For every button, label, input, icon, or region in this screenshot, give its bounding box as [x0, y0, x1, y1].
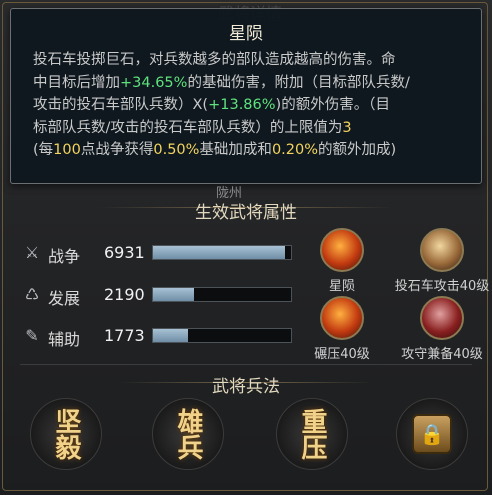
tooltip-title: 星陨: [229, 24, 263, 44]
tooltip-description: 投石车投掷巨石，对兵数越多的部队造成越高的伤害。命 中目标后增加+34.65%的…: [33, 49, 465, 162]
method-jianyi[interactable]: 坚毅: [30, 398, 102, 470]
method-xiongbing[interactable]: 雄兵: [152, 398, 224, 470]
method-label: 重压: [297, 408, 327, 460]
crush-icon: [320, 296, 364, 340]
stat-bar: [152, 328, 292, 343]
method-zhongya[interactable]: 重压: [276, 398, 348, 470]
development-icon: ♺: [24, 285, 40, 304]
lock-icon: 🔒: [412, 414, 452, 454]
skill-tooltip: 星陨 投石车投掷巨石，对兵数越多的部队造成越高的伤害。命 中目标后增加+34.6…: [10, 8, 482, 184]
skill-label: 星陨: [328, 279, 355, 294]
stat-bar-fill: [153, 288, 195, 301]
method-locked[interactable]: 🔒: [396, 398, 468, 470]
stat-label: 发展: [48, 289, 81, 308]
skill-meteor[interactable]: 星陨: [294, 228, 390, 294]
skill-crush[interactable]: 碾压40级: [294, 296, 390, 362]
tooltip-line: 中目标后增加+34.65%的基础伤害，附加（目标部队兵数/: [33, 74, 410, 91]
methods-title: 武将兵法: [212, 377, 280, 397]
stat-bar: [152, 245, 292, 260]
skill-label: 碾压40级: [314, 347, 370, 362]
skill-catapult-attack[interactable]: 投石车攻击40级: [394, 228, 490, 294]
stat-development: ♺ 发展 2190: [22, 283, 302, 308]
stat-value: 2190: [104, 285, 145, 304]
stat-label: 战争: [48, 247, 81, 266]
catapult-attack-icon: [420, 228, 464, 272]
tooltip-line: 投石车投掷巨石，对兵数越多的部队造成越高的伤害。命: [33, 52, 396, 68]
method-label: 坚毅: [51, 408, 81, 460]
attributes-title: 生效武将属性: [195, 203, 297, 223]
stat-war: ⚔ 战争 6931: [22, 241, 302, 266]
crossed-swords-icon: ⚔: [24, 243, 40, 262]
fortress-icon: [420, 296, 464, 340]
support-icon: ✎: [25, 326, 39, 345]
stat-value: 1773: [104, 326, 145, 345]
stat-support: ✎ 辅助 1773: [22, 324, 302, 349]
section-divider: [20, 364, 472, 365]
tooltip-line: 标部队兵数/攻击的投石车部队兵数）的上限值为3: [33, 119, 352, 136]
tooltip-line: 攻击的投石车部队兵数）X(+13.86%)的额外伤害。（目: [33, 97, 390, 113]
skill-fortress[interactable]: 攻守兼备40级: [394, 296, 490, 362]
tooltip-line: (每100点战争获得0.50%基础加成和0.20%的额外加成): [33, 142, 397, 158]
skill-label: 投石车攻击40级: [394, 279, 490, 294]
stat-bar-fill: [153, 329, 188, 342]
meteor-icon: [320, 228, 364, 272]
general-panel: 武将详情 星陨 投石车投掷巨石，对兵数越多的部队造成越高的伤害。命 中目标后增加…: [0, 0, 492, 495]
stat-bar: [152, 287, 292, 302]
stat-label: 辅助: [48, 330, 81, 349]
stat-bar-fill: [153, 246, 286, 259]
stat-value: 6931: [104, 243, 145, 262]
method-label: 雄兵: [173, 408, 203, 460]
skill-label: 攻守兼备40级: [401, 347, 483, 362]
